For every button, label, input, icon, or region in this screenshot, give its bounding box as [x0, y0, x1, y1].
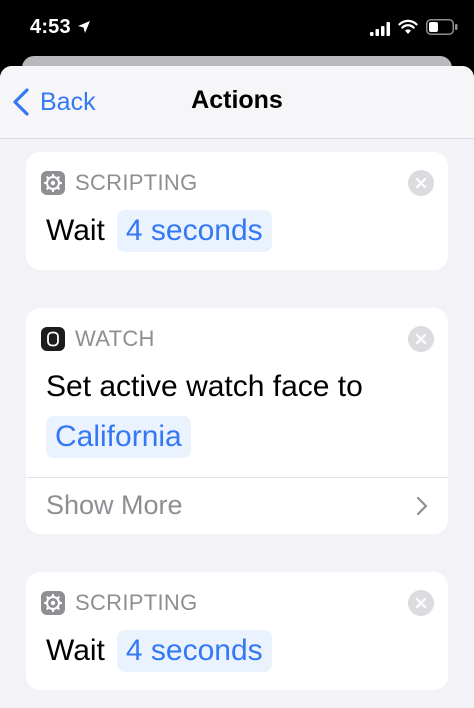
status-bar: 4:53 [0, 0, 474, 56]
chevron-left-icon [13, 88, 29, 116]
card-header: SCRIPTING [41, 170, 198, 196]
remove-action-button[interactable] [408, 326, 434, 352]
back-button[interactable]: Back [10, 84, 96, 120]
status-time: 4:53 [30, 16, 71, 38]
watch-face-parameter[interactable]: California [46, 416, 191, 458]
action-row: Wait 4 seconds [46, 210, 272, 252]
action-card-wait[interactable]: SCRIPTING Wait 4 seconds [26, 152, 448, 270]
gear-icon [41, 591, 65, 615]
card-header: SCRIPTING [41, 590, 198, 616]
duration-parameter[interactable]: 4 seconds [116, 210, 272, 252]
action-text: Wait [46, 634, 105, 667]
action-text: Set active watch face to [46, 370, 363, 403]
category-label: SCRIPTING [75, 170, 198, 195]
duration-parameter[interactable]: 4 seconds [116, 630, 272, 672]
card-header: WATCH [41, 326, 155, 352]
page-title: Actions [191, 86, 283, 114]
category-label: SCRIPTING [75, 590, 198, 615]
show-more-row[interactable]: Show More [26, 478, 448, 534]
remove-action-button[interactable] [408, 170, 434, 196]
battery-icon [426, 19, 458, 35]
wifi-icon [398, 19, 418, 34]
navigation-bar: Back Actions [0, 66, 474, 139]
action-text: Wait [46, 214, 105, 247]
watch-icon [41, 327, 65, 351]
action-row: Set active watch face to [46, 370, 363, 404]
chevron-right-icon [416, 496, 428, 516]
remove-action-button[interactable] [408, 590, 434, 616]
back-label: Back [40, 87, 96, 116]
action-row: California [46, 416, 191, 458]
category-label: WATCH [75, 326, 155, 351]
gear-icon [41, 171, 65, 195]
actions-sheet: Back Actions SCRIPTING Wait 4 seconds WA… [0, 66, 474, 708]
close-icon [415, 177, 427, 189]
close-icon [415, 597, 427, 609]
show-more-label: Show More [46, 490, 183, 520]
cellular-signal-icon [370, 22, 390, 36]
action-row: Wait 4 seconds [46, 630, 272, 672]
action-card-wait[interactable]: SCRIPTING Wait 4 seconds [26, 572, 448, 690]
action-card-set-watch-face[interactable]: WATCH Set active watch face to Californi… [26, 308, 448, 534]
close-icon [415, 333, 427, 345]
location-arrow-icon [78, 21, 90, 33]
